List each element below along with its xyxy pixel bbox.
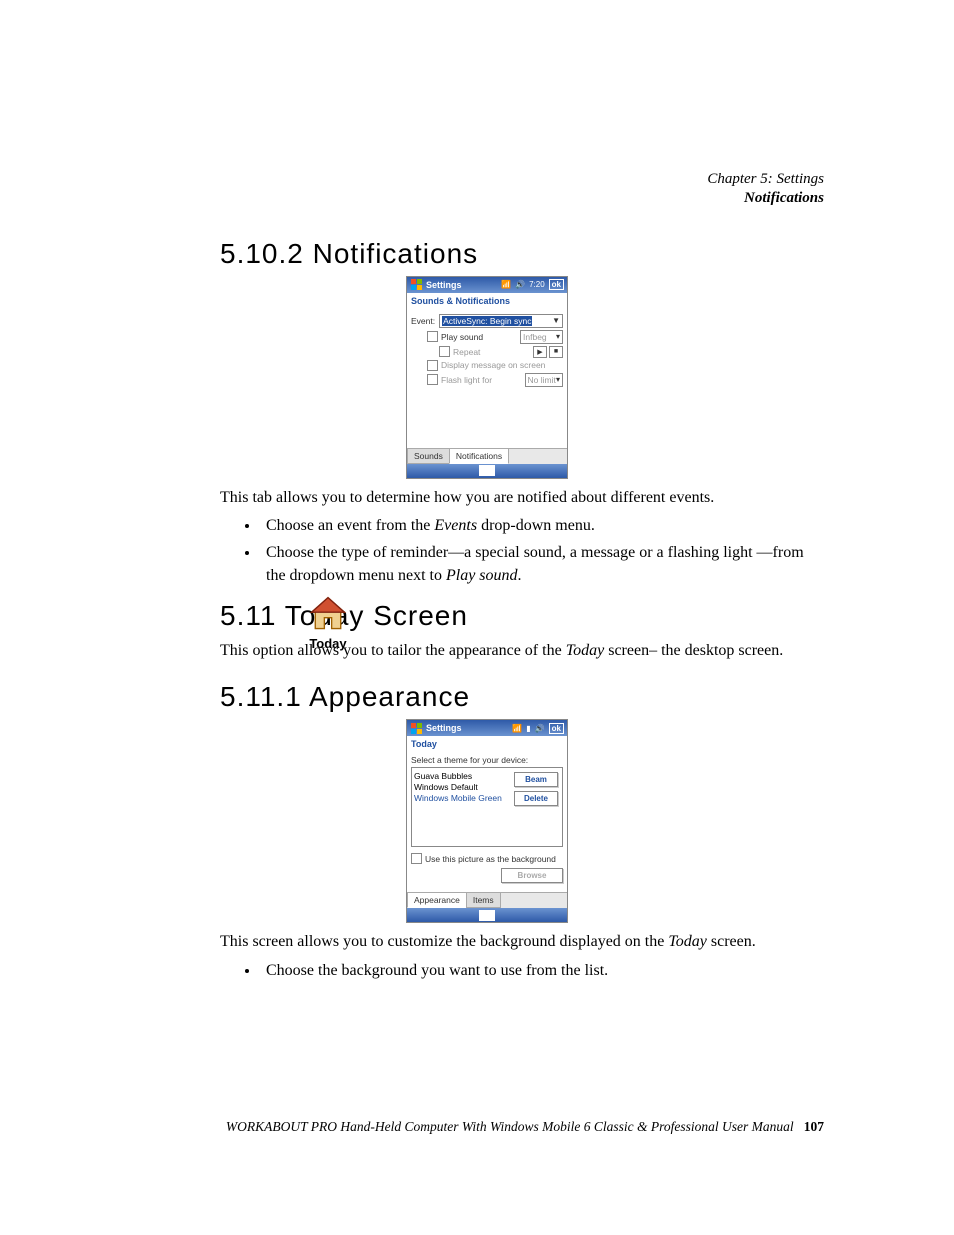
- speaker-icon: 🔊: [515, 280, 525, 289]
- antenna-icon: ▮: [526, 724, 530, 733]
- stop-icon[interactable]: ■: [549, 346, 563, 358]
- titlebar: Settings 📶 🔊 7:20 ok: [407, 277, 567, 293]
- repeat-checkbox[interactable]: [439, 346, 450, 357]
- prompt: Select a theme for your device:: [411, 755, 563, 765]
- repeat-label: Repeat: [453, 347, 480, 357]
- subheader: Today: [407, 736, 567, 752]
- bottombar: [407, 464, 567, 478]
- chapter-line: Chapter 5: Settings: [150, 170, 824, 189]
- subheader: Sounds & Notifications: [407, 293, 567, 309]
- topic-line: Notifications: [150, 189, 824, 208]
- use-picture-label: Use this picture as the background: [425, 854, 556, 864]
- tabs: Appearance Items: [407, 892, 567, 908]
- page-number: 107: [804, 1119, 824, 1134]
- keyboard-icon[interactable]: [479, 910, 495, 921]
- tab-items[interactable]: Items: [466, 893, 501, 908]
- event-dropdown[interactable]: ActiveSync: Begin sync ▼: [439, 314, 563, 328]
- signal-icon: 📶: [501, 280, 511, 289]
- clock: 7:20: [529, 280, 545, 289]
- list-item[interactable]: Windows Default: [414, 782, 508, 792]
- keyboard-icon[interactable]: [479, 465, 495, 476]
- windows-flag-icon: [410, 279, 422, 291]
- chevron-down-icon: ▾: [556, 375, 560, 384]
- title: Settings: [426, 723, 462, 733]
- event-label: Event:: [411, 316, 435, 326]
- speaker-icon: 🔊: [535, 724, 545, 733]
- heading-5-10-2: 5.10.2 Notifications: [220, 238, 824, 270]
- flash-value: No limit: [528, 375, 556, 385]
- heading-5-11-1: 5.11.1 Appearance: [220, 681, 824, 713]
- footer-text: WORKABOUT PRO Hand-Held Computer With Wi…: [226, 1119, 794, 1134]
- flash-light-label: Flash light for: [441, 375, 492, 385]
- flash-light-checkbox[interactable]: [427, 374, 438, 385]
- house-icon: [306, 594, 350, 634]
- sound-dropdown[interactable]: Infbeg ▾: [520, 330, 563, 344]
- bullet-1: Choose an event from the Events drop-dow…: [260, 514, 824, 537]
- chevron-down-icon: ▾: [556, 332, 560, 341]
- title: Settings: [426, 280, 462, 290]
- bottombar: [407, 908, 567, 922]
- tab-notifications[interactable]: Notifications: [449, 449, 509, 464]
- play-icon[interactable]: ▶: [533, 346, 547, 358]
- tab-sounds[interactable]: Sounds: [407, 449, 450, 464]
- bullets-5-11-1: Choose the background you want to use fr…: [260, 959, 824, 982]
- tab-appearance[interactable]: Appearance: [407, 893, 467, 908]
- play-sound-label: Play sound: [441, 332, 483, 342]
- screenshot-notifications: Settings 📶 🔊 7:20 ok Sounds & Notificati…: [406, 276, 568, 479]
- chevron-down-icon: ▼: [552, 316, 560, 325]
- browse-button[interactable]: Browse: [501, 868, 563, 883]
- titlebar: Settings 📶 ▮ 🔊 ok: [407, 720, 567, 736]
- display-msg-label: Display message on screen: [441, 360, 545, 370]
- para-5-10-2: This tab allows you to determine how you…: [220, 487, 824, 509]
- bullets-5-10-2: Choose an event from the Events drop-dow…: [260, 514, 824, 588]
- sound-value: Infbeg: [523, 332, 547, 342]
- beam-button[interactable]: Beam: [514, 772, 558, 787]
- display-msg-checkbox[interactable]: [427, 360, 438, 371]
- use-picture-checkbox[interactable]: [411, 853, 422, 864]
- bullet-2: Choose the type of reminder—a special so…: [260, 541, 824, 587]
- page-header: Chapter 5: Settings Notifications: [150, 170, 824, 208]
- tabs: Sounds Notifications: [407, 448, 567, 464]
- signal-icon: 📶: [512, 724, 522, 733]
- today-caption: Today: [298, 636, 358, 651]
- ok-button[interactable]: ok: [549, 279, 564, 290]
- event-value: ActiveSync: Begin sync: [442, 316, 532, 326]
- bullet-1: Choose the background you want to use fr…: [260, 959, 824, 982]
- flash-dropdown[interactable]: No limit ▾: [525, 373, 563, 387]
- list-item[interactable]: Windows Mobile Green: [414, 793, 508, 803]
- page-footer: WORKABOUT PRO Hand-Held Computer With Wi…: [226, 1119, 824, 1135]
- list-item[interactable]: Guava Bubbles: [414, 771, 508, 781]
- windows-flag-icon: [410, 722, 422, 734]
- theme-listbox[interactable]: Guava Bubbles Windows Default Windows Mo…: [411, 767, 563, 847]
- today-side-icon: Today: [298, 594, 358, 651]
- delete-button[interactable]: Delete: [514, 791, 558, 806]
- para-5-11-1: This screen allows you to customize the …: [220, 931, 824, 953]
- ok-button[interactable]: ok: [549, 723, 564, 734]
- play-sound-checkbox[interactable]: [427, 331, 438, 342]
- screenshot-today-appearance: Settings 📶 ▮ 🔊 ok Today Select a theme f…: [406, 719, 568, 923]
